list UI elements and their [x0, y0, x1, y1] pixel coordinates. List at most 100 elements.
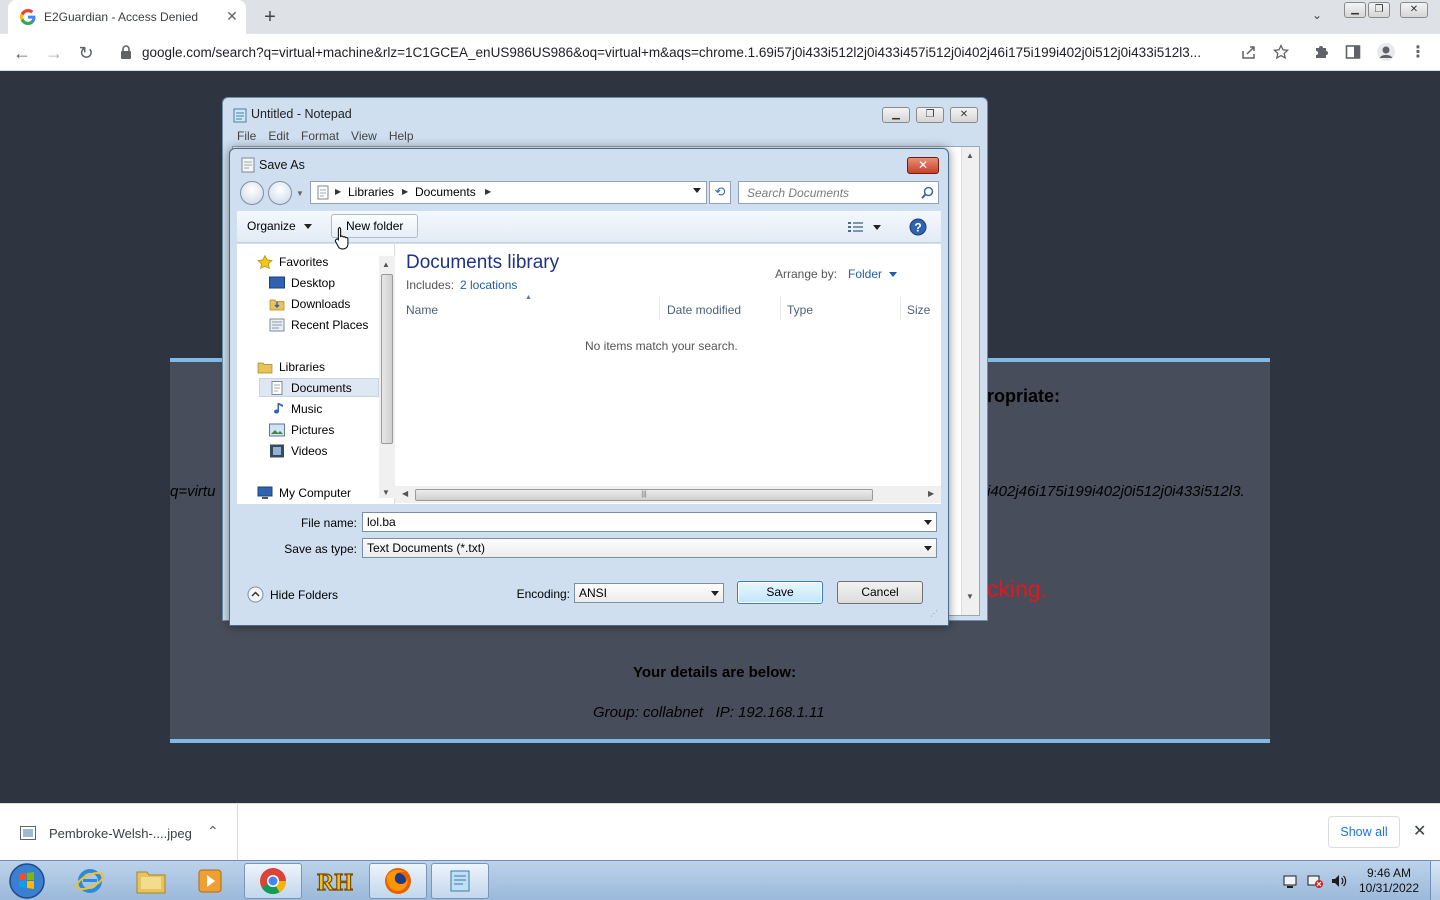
help-icon[interactable]: ?	[909, 218, 927, 236]
nav-videos[interactable]: Videos	[269, 441, 327, 461]
system-clock[interactable]: 9:46 AM 10/31/2022	[1355, 866, 1423, 896]
extensions-puzzle-icon[interactable]	[1313, 44, 1329, 60]
navigation-scrollbar[interactable]: ▲ ▼	[379, 256, 395, 498]
nav-desktop-label: Desktop	[291, 276, 336, 290]
hide-folders-button[interactable]: Hide Folders	[247, 586, 338, 603]
nav-desktop[interactable]: Desktop	[269, 273, 335, 293]
breadcrumb-separator-icon[interactable]: ▶	[485, 187, 491, 196]
view-options-dropdown-icon[interactable]	[873, 225, 881, 230]
column-name[interactable]: Name	[406, 303, 438, 317]
menu-help[interactable]: Help	[383, 129, 420, 143]
search-icon[interactable]	[921, 186, 934, 199]
forward-arrow-icon[interactable]: →	[43, 42, 65, 64]
breadcrumb-separator-icon[interactable]: ▶	[335, 187, 341, 196]
save-as-type-value: Text Documents (*.txt)	[367, 541, 486, 555]
address-bar[interactable]: google.com/search?q=virtual+machine&rlz=…	[110, 37, 1300, 67]
save-as-type-dropdown-icon[interactable]	[924, 546, 932, 551]
share-icon[interactable]	[1241, 45, 1257, 60]
forward-nav-icon[interactable]	[268, 181, 292, 205]
recent-locations-chevron-icon[interactable]: ▼	[296, 189, 304, 198]
back-nav-icon[interactable]	[240, 181, 264, 205]
nav-recent-places[interactable]: Recent Places	[269, 315, 368, 335]
menu-format[interactable]: Format	[295, 129, 345, 143]
save-button[interactable]: Save	[737, 581, 823, 604]
menu-view[interactable]: View	[345, 129, 383, 143]
nav-music[interactable]: Music	[269, 399, 322, 419]
nav-documents[interactable]: Documents	[259, 378, 379, 397]
change-view-icon[interactable]	[848, 221, 864, 233]
notepad-close-button[interactable]: ✕	[950, 107, 978, 123]
reload-icon[interactable]: ↻	[75, 42, 97, 64]
tab-close-icon[interactable]: ✕	[224, 8, 240, 24]
refresh-icon[interactable]: ⟲	[709, 181, 731, 204]
horizontal-scrollbar[interactable]: ◀ ||| ▶	[395, 486, 941, 503]
file-name-input[interactable]: lol.ba	[362, 512, 937, 532]
nav-pictures[interactable]: Pictures	[269, 420, 334, 440]
cancel-button[interactable]: Cancel	[837, 581, 923, 604]
resize-grip-icon[interactable]: ⋰	[930, 609, 938, 618]
profile-avatar-icon[interactable]	[1376, 42, 1396, 62]
taskbar-media-player[interactable]	[181, 863, 239, 899]
tab-search-chevron-icon[interactable]: ⌄	[1312, 8, 1322, 22]
horizontal-scrollbar-thumb[interactable]: |||	[415, 489, 873, 501]
encoding-dropdown-icon[interactable]	[711, 591, 719, 596]
column-size[interactable]: Size	[907, 303, 930, 317]
restore-window-button[interactable]: ❐	[1368, 2, 1390, 18]
arrange-by-dropdown[interactable]: Folder	[848, 267, 898, 281]
taskbar-notepad[interactable]	[431, 863, 489, 899]
download-options-chevron-icon[interactable]: ⌃	[207, 823, 219, 840]
taskbar-file-explorer[interactable]	[122, 863, 180, 899]
file-name-dropdown-icon[interactable]	[924, 520, 932, 525]
nav-downloads[interactable]: Downloads	[269, 294, 350, 314]
notepad-vertical-scrollbar[interactable]: ▲ ▼	[961, 147, 979, 615]
taskbar-chrome[interactable]	[244, 863, 302, 899]
taskbar-firefox[interactable]	[369, 863, 427, 899]
minimize-window-button[interactable]: ▁	[1344, 2, 1366, 18]
close-download-bar-icon[interactable]: ✕	[1413, 821, 1426, 841]
volume-speaker-icon[interactable]	[1331, 873, 1347, 889]
search-documents-input[interactable]: Search Documents	[738, 181, 939, 204]
notepad-maximize-button[interactable]: ❐	[916, 107, 944, 123]
encoding-select[interactable]: ANSI	[574, 583, 724, 603]
nav-favorites[interactable]: Favorites	[257, 252, 328, 272]
download-item[interactable]: Pembroke-Welsh-....jpeg ⌃	[8, 814, 233, 852]
breadcrumb-libraries[interactable]: Libraries	[348, 185, 394, 199]
notepad-minimize-button[interactable]: ▁	[882, 107, 910, 123]
new-tab-button[interactable]: +	[258, 6, 282, 28]
rh-app-icon: RH	[317, 869, 353, 895]
breadcrumb-separator-icon[interactable]: ▶	[402, 187, 408, 196]
browser-menu-kebab-icon[interactable]: ⋮	[1410, 42, 1426, 64]
includes-locations-link[interactable]: 2 locations	[460, 278, 517, 292]
close-window-button[interactable]: ✕	[1400, 2, 1428, 18]
browser-toolbar: ← → ↻ google.com/search?q=virtual+machin…	[0, 34, 1440, 71]
breadcrumb[interactable]: ▶ Libraries ▶ Documents ▶	[310, 181, 707, 204]
action-center-flag-icon[interactable]	[1283, 874, 1299, 888]
show-all-button[interactable]: Show all	[1328, 816, 1400, 848]
breadcrumb-documents[interactable]: Documents	[415, 185, 476, 199]
browser-tab[interactable]: E2Guardian - Access Denied ✕	[8, 0, 246, 34]
navigation-pane: Favorites Desktop Downloads Recent Place…	[237, 244, 395, 504]
organize-button[interactable]: Organize	[247, 219, 313, 233]
bookmark-star-icon[interactable]	[1273, 44, 1289, 60]
column-type[interactable]: Type	[787, 303, 813, 317]
nav-my-computer[interactable]: My Computer	[257, 483, 351, 503]
column-date-modified[interactable]: Date modified	[667, 303, 741, 317]
nav-libraries[interactable]: Libraries	[257, 357, 325, 377]
taskbar-internet-explorer[interactable]	[61, 863, 119, 899]
network-disconnected-icon[interactable]	[1307, 874, 1323, 888]
library-title: Documents library	[406, 252, 560, 273]
details-heading: Your details are below:	[633, 664, 797, 681]
desktop-icon	[269, 276, 285, 289]
back-arrow-icon[interactable]: ←	[11, 42, 33, 64]
menu-edit[interactable]: Edit	[262, 129, 295, 143]
save-as-close-button[interactable]: ✕	[907, 157, 939, 174]
taskbar-rh-app[interactable]: RH	[306, 863, 364, 899]
show-desktop-button[interactable]	[1430, 861, 1440, 900]
side-panel-icon[interactable]	[1345, 44, 1361, 60]
menu-file[interactable]: File	[231, 129, 262, 143]
save-as-type-select[interactable]: Text Documents (*.txt)	[362, 538, 937, 558]
navigation-scrollbar-thumb[interactable]	[381, 274, 393, 444]
breadcrumb-history-dropdown-icon[interactable]	[693, 188, 701, 193]
start-button-windows-icon[interactable]	[8, 862, 46, 900]
lock-icon[interactable]	[120, 45, 132, 59]
